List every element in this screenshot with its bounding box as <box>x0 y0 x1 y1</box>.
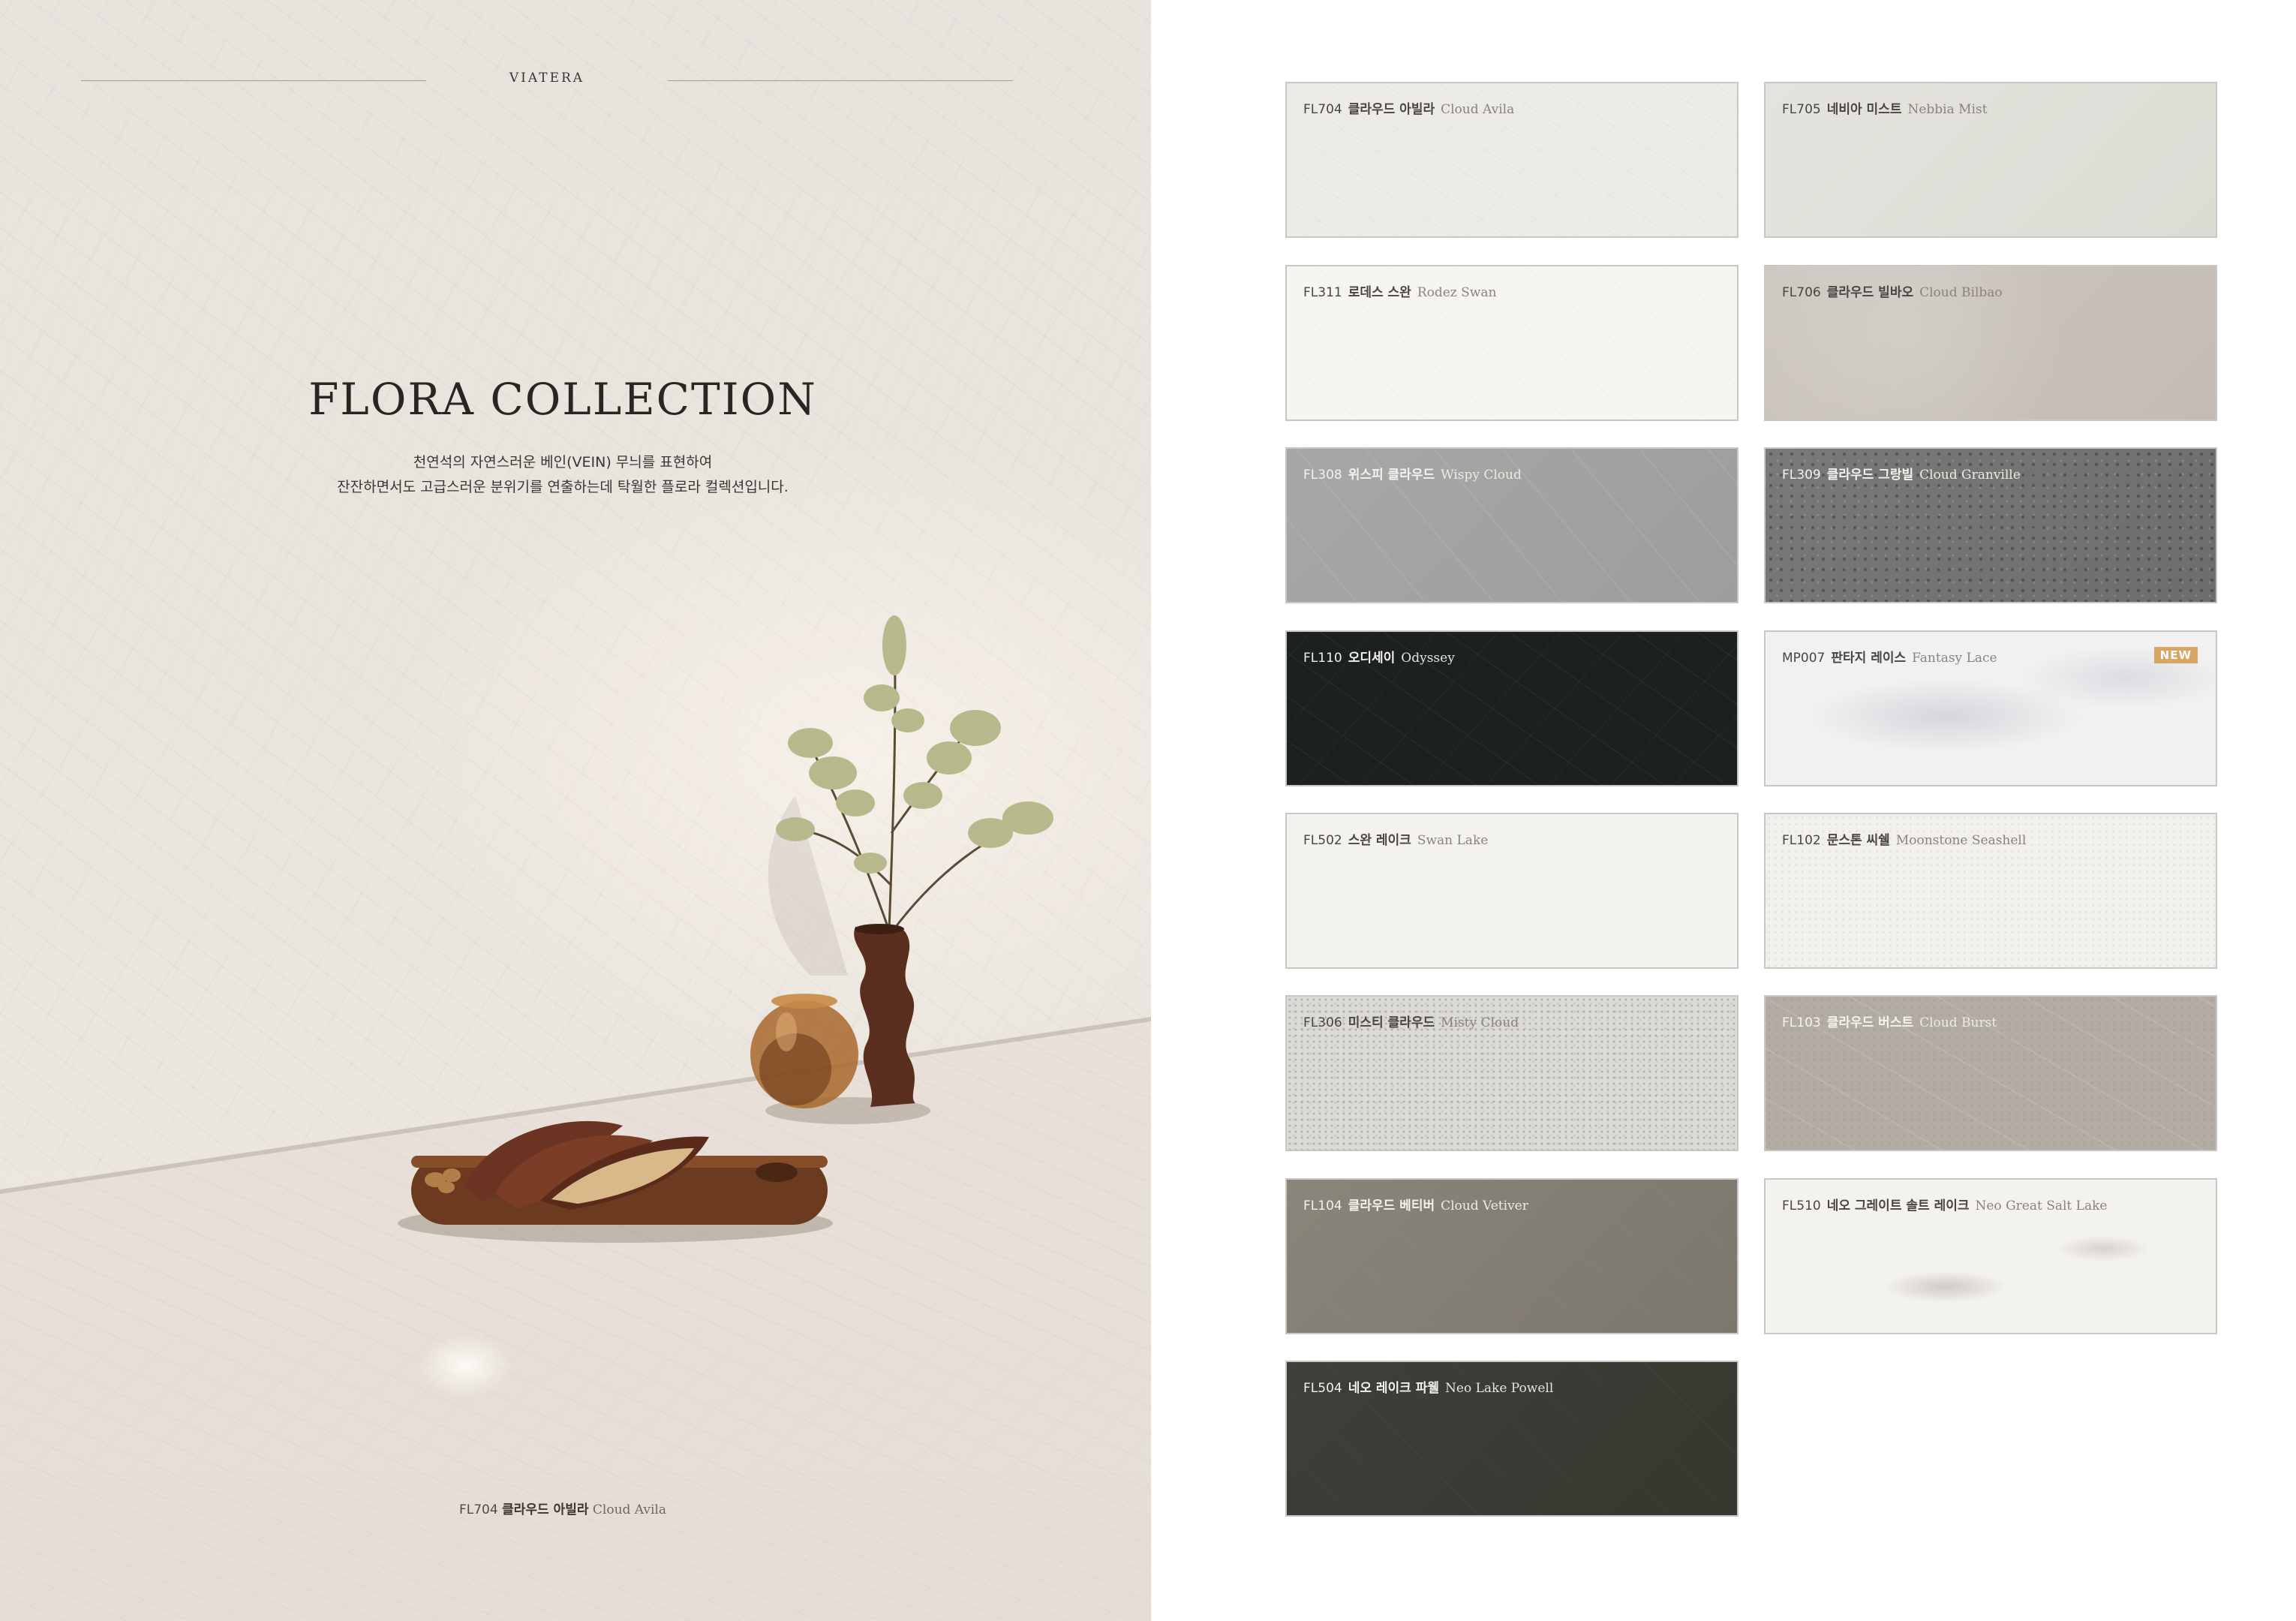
swatch-korean-name: 오디세이 <box>1348 651 1396 666</box>
swatch-english-name: Rodez Swan <box>1417 285 1497 300</box>
swatch-korean-name: 클라우드 아빌라 <box>1348 102 1435 117</box>
swatch-korean-name: 로데스 스완 <box>1348 285 1411 300</box>
swatch-fl306[interactable]: FL306 미스티 클라우드 Misty Cloud <box>1285 995 1739 1151</box>
jar-contents <box>759 1033 831 1105</box>
swatch-mp007[interactable]: MP007 판타지 레이스 Fantasy Lace NEW <box>1764 630 2217 786</box>
swatch-label: FL510 네오 그레이트 솔트 레이크 Neo Great Salt Lake <box>1782 1195 2107 1213</box>
cover-page: VIATERA FLORA COLLECTION 천연석의 자연스러운 베인(V… <box>0 0 1151 1621</box>
swatch-label: FL308 위스피 클라우드 Wispy Cloud <box>1303 464 1522 483</box>
swatch-english-name: Wispy Cloud <box>1441 468 1522 483</box>
swatch-code: FL309 <box>1782 468 1821 483</box>
swatch-label: FL706 클라우드 빌바오 Cloud Bilbao <box>1782 281 2003 300</box>
swatch-fl502[interactable]: FL502 스완 레이크 Swan Lake <box>1285 813 1739 969</box>
swatch-code: FL103 <box>1782 1015 1821 1030</box>
swatch-fl104[interactable]: FL104 클라우드 베티버 Cloud Vetiver <box>1285 1178 1739 1334</box>
swatch-code: FL308 <box>1303 468 1342 483</box>
swatch-fl704[interactable]: FL704 클라우드 아빌라 Cloud Avila <box>1285 82 1739 238</box>
swatch-korean-name: 클라우드 그랑빌 <box>1826 468 1914 483</box>
swatch-label: FL704 클라우드 아빌라 Cloud Avila <box>1303 98 1514 117</box>
swatch-label: FL705 네비아 미스트 Nebbia Mist <box>1782 98 1988 117</box>
swatch-code: FL504 <box>1303 1381 1342 1396</box>
swatch-korean-name: 네오 그레이트 솔트 레이크 <box>1826 1198 1970 1213</box>
swatch-fl308[interactable]: FL308 위스피 클라우드 Wispy Cloud <box>1285 447 1739 603</box>
vase-opening <box>855 924 904 934</box>
new-badge: NEW <box>2153 647 2198 663</box>
swatch-code: FL306 <box>1303 1015 1342 1030</box>
swatch-english-name: Moonstone Seashell <box>1895 833 2027 848</box>
swatch-korean-name: 네비아 미스트 <box>1826 102 1902 117</box>
swatch-english-name: Cloud Granville <box>1919 468 2021 483</box>
wooden-vase <box>854 927 915 1107</box>
swatch-korean-name: 미스티 클라우드 <box>1348 1015 1435 1030</box>
board-dip-hole <box>756 1162 798 1182</box>
swatch-korean-name: 판타지 레이스 <box>1831 651 1907 666</box>
cover-caption: FL704 클라우드 아빌라 Cloud Avila <box>0 1499 1125 1517</box>
swatch-label: FL110 오디세이 Odyssey <box>1303 647 1455 666</box>
swatch-label: FL102 문스톤 씨쉘 Moonstone Seashell <box>1782 829 2026 848</box>
swatch-code: FL705 <box>1782 102 1821 117</box>
swatch-fl510[interactable]: FL510 네오 그레이트 솔트 레이크 Neo Great Salt Lake <box>1764 1178 2217 1334</box>
swatch-english-name: Odyssey <box>1401 651 1455 666</box>
swatch-code: FL311 <box>1303 285 1342 300</box>
swatch-english-name: Cloud Vetiver <box>1441 1198 1528 1213</box>
swatch-code: FL502 <box>1303 833 1342 848</box>
swatch-label: MP007 판타지 레이스 Fantasy Lace <box>1782 647 1997 666</box>
caption-code: FL704 <box>458 1502 498 1517</box>
swatch-label: FL103 클라우드 버스트 Cloud Burst <box>1782 1012 1997 1030</box>
swatch-english-name: Cloud Avila <box>1441 102 1515 117</box>
swatch-code: FL104 <box>1303 1198 1342 1213</box>
swatch-label: FL309 클라우드 그랑빌 Cloud Granville <box>1782 464 2021 483</box>
swatch-fl102[interactable]: FL102 문스톤 씨쉘 Moonstone Seashell <box>1764 813 2217 969</box>
caption-english-name: Cloud Avila <box>592 1502 667 1517</box>
swatch-english-name: Misty Cloud <box>1441 1015 1519 1030</box>
swatch-label: FL311 로데스 스완 Rodez Swan <box>1303 281 1496 300</box>
swatch-code: FL704 <box>1303 102 1342 117</box>
swatch-label: FL104 클라우드 베티버 Cloud Vetiver <box>1303 1195 1528 1213</box>
swatch-label: FL504 네오 레이크 파웰 Neo Lake Powell <box>1303 1377 1553 1396</box>
caption-korean-name: 클라우드 아빌라 <box>502 1502 589 1517</box>
swatch-fl705[interactable]: FL705 네비아 미스트 Nebbia Mist <box>1764 82 2217 238</box>
swatch-korean-name: 클라우드 버스트 <box>1826 1015 1914 1030</box>
swatch-fl309[interactable]: FL309 클라우드 그랑빌 Cloud Granville <box>1764 447 2217 603</box>
swatch-code: FL510 <box>1782 1198 1821 1213</box>
jar-rim <box>771 994 837 1009</box>
swatch-code: MP007 <box>1782 651 1826 666</box>
swatch-fl504[interactable]: FL504 네오 레이크 파웰 Neo Lake Powell <box>1285 1361 1739 1517</box>
swatch-english-name: Swan Lake <box>1417 833 1489 848</box>
swatch-english-name: Nebbia Mist <box>1907 102 1988 117</box>
swatch-english-name: Fantasy Lace <box>1912 651 1997 666</box>
swatch-label: FL306 미스티 클라우드 Misty Cloud <box>1303 1012 1519 1030</box>
swatch-korean-name: 위스피 클라우드 <box>1348 468 1435 483</box>
swatch-code: FL706 <box>1782 285 1821 300</box>
swatch-korean-name: 네오 레이크 파웰 <box>1348 1381 1440 1396</box>
swatch-fl311[interactable]: FL311 로데스 스완 Rodez Swan <box>1285 265 1739 421</box>
swatch-fl103[interactable]: FL103 클라우드 버스트 Cloud Burst <box>1764 995 2217 1151</box>
swatch-code: FL110 <box>1303 651 1342 666</box>
jar-highlight <box>776 1012 797 1051</box>
swatch-code: FL102 <box>1782 833 1821 848</box>
swatch-korean-name: 스완 레이크 <box>1348 833 1411 848</box>
swatch-korean-name: 클라우드 베티버 <box>1348 1198 1435 1213</box>
swatch-label: FL502 스완 레이크 Swan Lake <box>1303 829 1488 848</box>
still-life-photo <box>398 615 1053 1243</box>
swatch-english-name: Neo Lake Powell <box>1445 1381 1554 1396</box>
swatch-korean-name: 문스톤 씨쉘 <box>1826 833 1890 848</box>
swatch-fl110[interactable]: FL110 오디세이 Odyssey <box>1285 630 1739 786</box>
swatch-english-name: Cloud Bilbao <box>1919 285 2003 300</box>
swatch-english-name: Neo Great Salt Lake <box>1975 1198 2108 1213</box>
swatch-fl706[interactable]: FL706 클라우드 빌바오 Cloud Bilbao <box>1764 265 2217 421</box>
swatch-korean-name: 클라우드 빌바오 <box>1826 285 1914 300</box>
swatch-english-name: Cloud Burst <box>1919 1015 1997 1030</box>
